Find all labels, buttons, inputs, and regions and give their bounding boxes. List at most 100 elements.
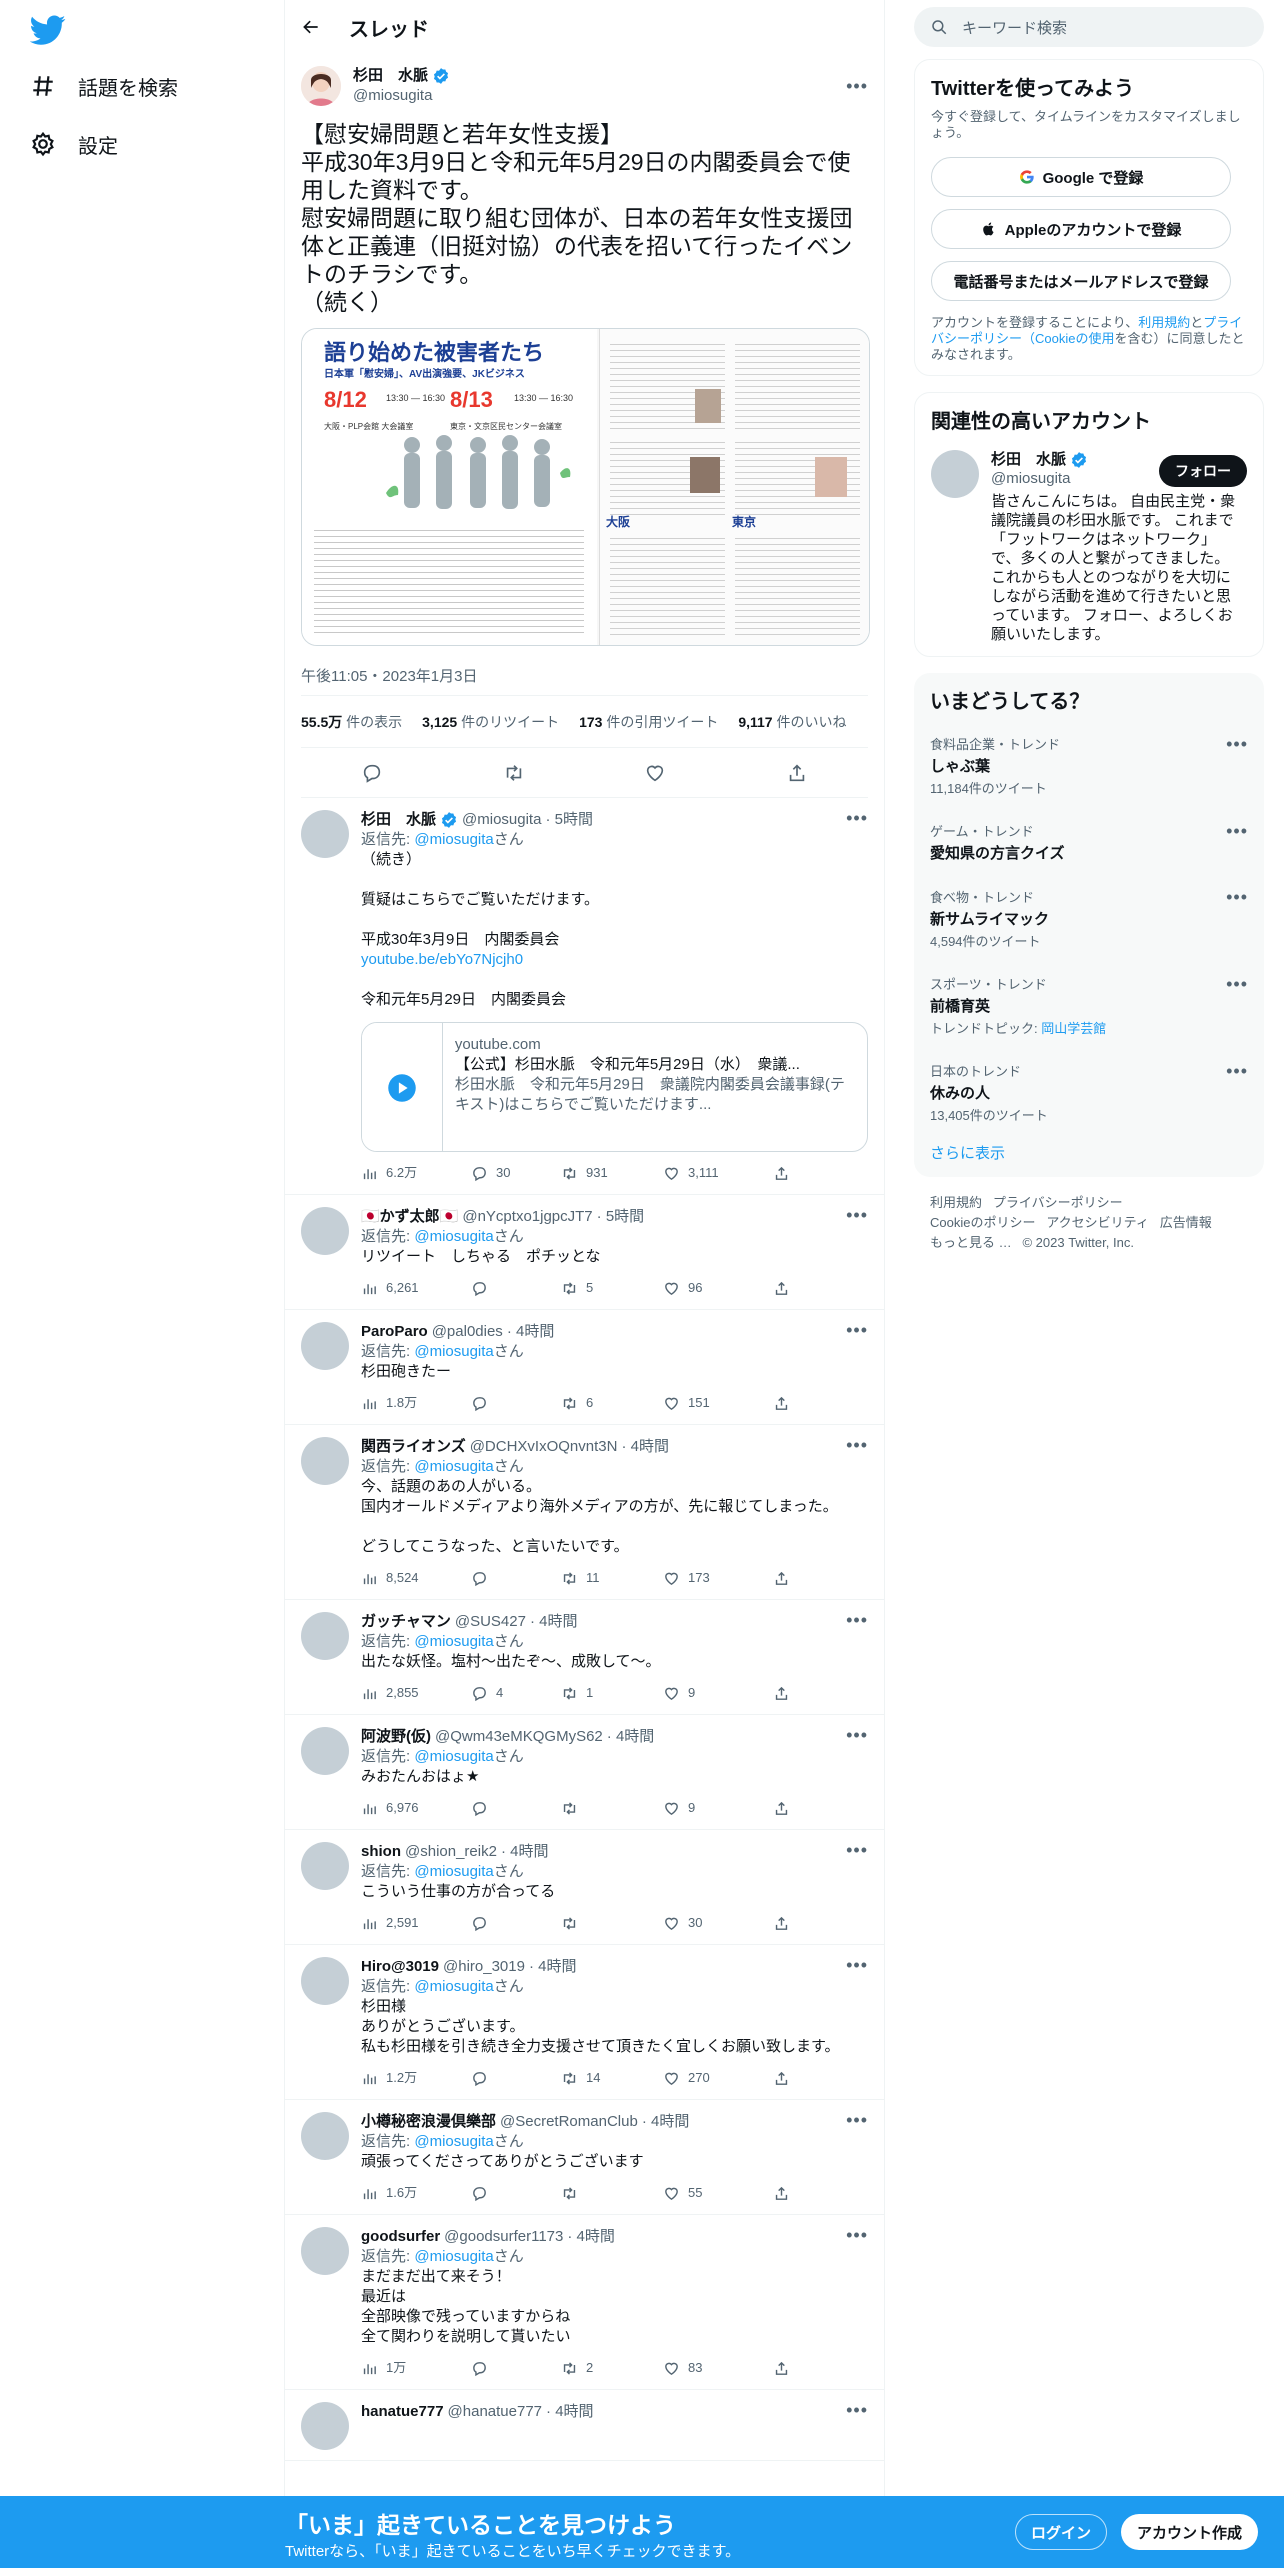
like-button[interactable]: 270 bbox=[663, 2068, 773, 2088]
reply-time[interactable]: · 4時間 bbox=[642, 2112, 690, 2132]
footer-more[interactable]: もっと見る … bbox=[930, 1235, 1012, 1250]
replying-to-handle[interactable]: @miosugita bbox=[414, 1863, 493, 1880]
reply-author-handle[interactable]: @Qwm43eMKQGMyS62 bbox=[435, 1727, 603, 1747]
reply-button[interactable]: 4 bbox=[471, 1683, 561, 1703]
trend-topic-link[interactable]: 岡山学芸館 bbox=[1041, 1021, 1106, 1036]
retweet-button[interactable]: 1 bbox=[561, 1683, 663, 1703]
reply-time[interactable]: · 5時間 bbox=[545, 810, 593, 830]
search-input[interactable]: キーワード検索 bbox=[962, 17, 1067, 38]
trend-item[interactable]: 日本のトレンド 休みの人 13,405件のツイート ••• bbox=[930, 1049, 1248, 1136]
trend-item[interactable]: 食べ物・トレンド 新サムライマック 4,594件のツイート ••• bbox=[930, 875, 1248, 962]
more-options-icon[interactable]: ••• bbox=[1226, 974, 1248, 995]
reply-author-name[interactable]: Hiro@3019 bbox=[361, 1957, 439, 1977]
twitter-logo-icon[interactable] bbox=[30, 12, 66, 48]
retweet-button[interactable]: 5 bbox=[561, 1278, 663, 1298]
more-options-icon[interactable]: ••• bbox=[846, 2110, 868, 2130]
share-button[interactable] bbox=[773, 1395, 790, 1412]
avatar[interactable] bbox=[301, 66, 341, 106]
trend-item[interactable]: スポーツ・トレンド 前橋育英 トレンドトピック: 岡山学芸館 ••• bbox=[930, 962, 1248, 1049]
reply-tweet[interactable]: hanatue777 @hanatue777 · 4時間 ••• bbox=[285, 2390, 884, 2461]
share-button[interactable] bbox=[773, 1915, 790, 1932]
reply-tweet[interactable]: ガッチャマン @SUS427 · 4時間 ••• 返信先: @miosugitaさん 出た… bbox=[285, 1600, 884, 1715]
reply-time[interactable]: · 4時間 bbox=[607, 1727, 655, 1747]
more-options-icon[interactable]: ••• bbox=[846, 1320, 868, 1340]
reply-link[interactable]: youtube.be/ebYo7Njcjh0 bbox=[361, 950, 868, 970]
reply-tweet[interactable]: ParoParo @pal0dies · 4時間 ••• 返信先: @miosugita… bbox=[285, 1310, 884, 1425]
retweet-icon[interactable] bbox=[503, 762, 525, 784]
tweet-timestamp[interactable]: 午後11:05・2023年1月3日 bbox=[301, 658, 868, 696]
create-account-button[interactable]: アカウント作成 bbox=[1121, 2514, 1258, 2550]
reply-tweet[interactable]: 関西ライオンズ @DCHXvIxOQnvnt3N · 4時間 ••• 返信先: @mio… bbox=[285, 1425, 884, 1600]
more-options-icon[interactable]: ••• bbox=[846, 1840, 868, 1860]
more-options-icon[interactable]: ••• bbox=[846, 1435, 868, 1455]
avatar[interactable] bbox=[931, 450, 979, 498]
replying-to-handle[interactable]: @miosugita bbox=[414, 831, 493, 848]
reply-author-handle[interactable]: @goodsurfer1173 bbox=[444, 2227, 563, 2247]
more-options-icon[interactable]: ••• bbox=[846, 2225, 868, 2245]
replying-to-handle[interactable]: @miosugita bbox=[414, 2133, 493, 2150]
retweet-button[interactable]: 931 bbox=[561, 1163, 663, 1183]
reply-button[interactable] bbox=[471, 1800, 561, 1817]
reply-time[interactable]: · 4時間 bbox=[621, 1437, 669, 1457]
retweets-stat[interactable]: 3,125 件のリツイート bbox=[422, 712, 559, 732]
reply-button[interactable] bbox=[471, 2185, 561, 2202]
reply-time[interactable]: · 4時間 bbox=[567, 2227, 615, 2247]
reply-tweet[interactable]: 小樽秘密浪漫倶樂部 @SecretRomanClub · 4時間 ••• 返信先: @m… bbox=[285, 2100, 884, 2215]
reply-author-handle[interactable]: @hanatue777 bbox=[448, 2402, 542, 2422]
reply-author-name[interactable]: goodsurfer bbox=[361, 2227, 440, 2247]
reply-author-name[interactable]: 小樽秘密浪漫倶樂部 bbox=[361, 2112, 496, 2132]
like-button[interactable]: 55 bbox=[663, 2183, 773, 2203]
avatar[interactable] bbox=[301, 2112, 349, 2160]
reply-button[interactable] bbox=[471, 1395, 561, 1412]
back-arrow-icon[interactable] bbox=[301, 17, 321, 37]
more-options-icon[interactable]: ••• bbox=[1226, 887, 1248, 908]
quotes-stat[interactable]: 173 件の引用ツイート bbox=[579, 712, 718, 732]
reply-time[interactable]: · 4時間 bbox=[507, 1322, 555, 1342]
footer-ads[interactable]: 広告情報 bbox=[1160, 1215, 1212, 1230]
apple-signup-button[interactable]: Appleのアカウントで登録 bbox=[931, 209, 1231, 249]
share-button[interactable] bbox=[773, 1800, 790, 1817]
login-button[interactable]: ログイン bbox=[1015, 2514, 1107, 2550]
retweet-button[interactable]: 6 bbox=[561, 1393, 663, 1413]
share-button[interactable] bbox=[773, 1570, 790, 1587]
reply-author-handle[interactable]: @hiro_3019 bbox=[443, 1957, 525, 1977]
nav-settings[interactable]: 設定 bbox=[30, 124, 118, 164]
reply-author-name[interactable]: 関西ライオンズ bbox=[361, 1437, 466, 1457]
reply-tweet[interactable]: 🇯🇵かず太郎🇯🇵 @nYcptxo1jgpcJT7 · 5時間 ••• 返信先: @mi… bbox=[285, 1195, 884, 1310]
reply-author-handle[interactable]: @SUS427 bbox=[455, 1612, 526, 1632]
more-options-icon[interactable]: ••• bbox=[846, 808, 868, 828]
reply-author-handle[interactable]: @SecretRomanClub bbox=[500, 2112, 638, 2132]
reply-author-name[interactable]: 🇯🇵かず太郎🇯🇵 bbox=[361, 1207, 458, 1227]
reply-tweet[interactable]: shion @shion_reik2 · 4時間 ••• 返信先: @miosugita… bbox=[285, 1830, 884, 1945]
views-stat[interactable]: 6,261 bbox=[361, 1278, 471, 1298]
reply-author-handle[interactable]: @pal0dies bbox=[432, 1322, 503, 1342]
retweet-button[interactable] bbox=[561, 1800, 663, 1817]
reply-time[interactable]: · 4時間 bbox=[501, 1842, 549, 1862]
replying-to-handle[interactable]: @miosugita bbox=[414, 1748, 493, 1765]
like-button[interactable]: 3,111 bbox=[663, 1163, 773, 1183]
reply-author-name[interactable]: 阿波野(仮) bbox=[361, 1727, 431, 1747]
views-stat[interactable]: 6,976 bbox=[361, 1798, 471, 1818]
author-name[interactable]: 杉田 水脈 bbox=[353, 66, 428, 86]
likes-stat[interactable]: 9,117 件のいいね bbox=[738, 712, 846, 732]
tweet-image-flyer[interactable]: 語り始めた被害者たち 日本軍「慰安婦」、AV出演強要、JKビジネス 8/12 1… bbox=[301, 328, 870, 646]
share-button[interactable] bbox=[773, 1685, 790, 1702]
nav-explore[interactable]: 話題を検索 bbox=[30, 66, 178, 106]
reply-author-name[interactable]: hanatue777 bbox=[361, 2402, 444, 2422]
avatar[interactable] bbox=[301, 1207, 349, 1255]
show-more-link[interactable]: さらに表示 bbox=[930, 1136, 1248, 1163]
reply-author-handle[interactable]: @nYcptxo1jgpcJT7 bbox=[462, 1207, 592, 1227]
trend-item[interactable]: 食料品企業・トレンド しゃぶ葉 11,184件のツイート ••• bbox=[930, 722, 1248, 809]
more-options-icon[interactable]: ••• bbox=[846, 1955, 868, 1975]
reply-button[interactable] bbox=[471, 2360, 561, 2377]
avatar[interactable] bbox=[301, 1437, 349, 1485]
retweet-button[interactable]: 11 bbox=[561, 1568, 663, 1588]
reply-author-name[interactable]: ParoParo bbox=[361, 1322, 428, 1342]
google-signup-button[interactable]: Google で登録 bbox=[931, 157, 1231, 197]
more-options-icon[interactable]: ••• bbox=[846, 76, 868, 97]
reply-tweet[interactable]: goodsurfer @goodsurfer1173 · 4時間 ••• 返信先: @m… bbox=[285, 2215, 884, 2390]
views-stat[interactable]: 8,524 bbox=[361, 1568, 471, 1588]
reply-author-handle[interactable]: @miosugita bbox=[462, 810, 541, 830]
footer-privacy[interactable]: プライバシーポリシー bbox=[993, 1195, 1123, 1210]
reply-button[interactable] bbox=[471, 1280, 561, 1297]
